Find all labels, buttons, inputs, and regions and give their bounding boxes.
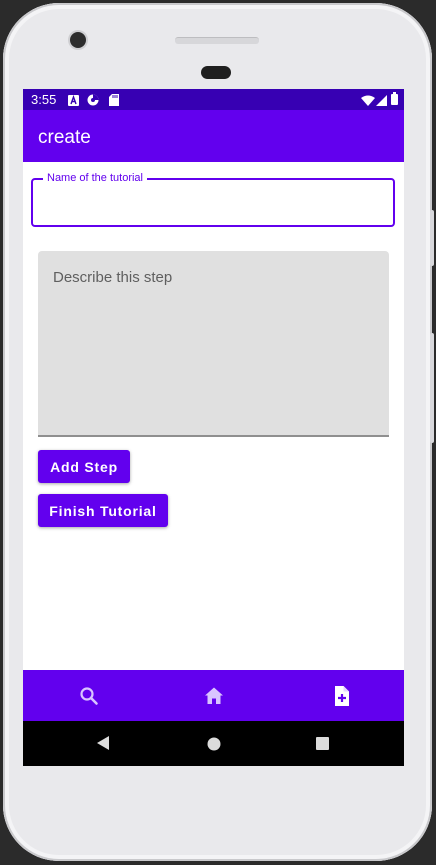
recents-icon[interactable] [316,737,329,755]
home-icon[interactable] [202,684,226,708]
pie-icon [87,93,99,111]
sensor-pill [201,66,231,79]
volume-button [430,210,434,266]
sd-card-icon [109,93,119,111]
battery-icon [391,92,398,110]
tutorial-name-field[interactable]: Name of the tutorial [31,172,395,227]
power-button [430,333,434,443]
step-description-placeholder: Describe this step [53,269,173,286]
earpiece-speaker [175,37,259,44]
page-title: create [38,127,91,148]
front-camera [70,32,86,48]
add-step-button[interactable]: Add Step [38,450,130,483]
step-description-field[interactable]: Describe this step [38,251,389,437]
tutorial-name-label: Name of the tutorial [43,172,147,184]
status-time: 3:55 [31,92,57,107]
search-icon[interactable] [77,684,101,708]
wifi-icon [361,93,375,111]
app-screen: 3:55 create Name of the tutorial Describ… [23,89,404,766]
back-icon[interactable] [96,735,110,756]
add-document-icon[interactable] [329,684,353,708]
a-icon [68,93,79,111]
phone-frame: 3:55 create Name of the tutorial Describ… [3,3,434,861]
home-circle-icon[interactable] [207,737,221,756]
system-navigation [23,721,404,766]
tutorial-name-input[interactable] [45,194,379,218]
status-bar: 3:55 [23,89,404,110]
bottom-navigation [23,670,404,721]
finish-tutorial-button[interactable]: Finish Tutorial [38,494,168,527]
signal-icon [376,93,387,111]
app-bar: create [23,110,404,162]
